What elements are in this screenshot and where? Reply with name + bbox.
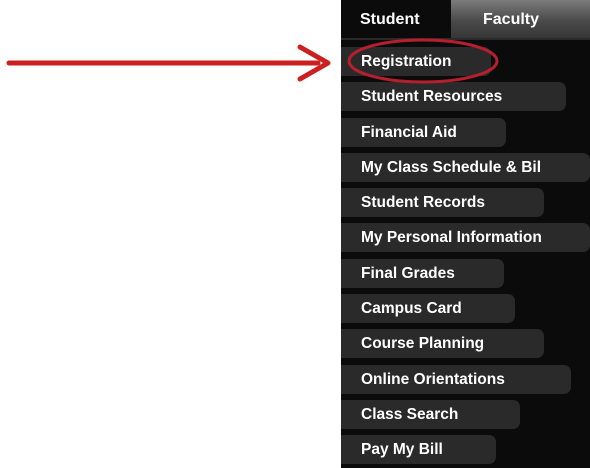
tab-bar: Student Faculty bbox=[341, 0, 590, 38]
student-menu-panel: Student Faculty Registration Student Res… bbox=[341, 0, 590, 468]
menu-item-label: Course Planning bbox=[361, 335, 485, 353]
menu-item-label: Registration bbox=[361, 53, 452, 70]
menu-item-class-search[interactable]: Class Search bbox=[341, 397, 590, 432]
menu-list: Registration Student Resources Financial… bbox=[341, 44, 590, 468]
menu-item-label: Pay My Bill bbox=[361, 441, 443, 459]
menu-item-student-resources[interactable]: Student Resources bbox=[341, 79, 590, 114]
menu-item-label: Campus Card bbox=[361, 300, 462, 318]
menu-item-financial-aid[interactable]: Financial Aid bbox=[341, 115, 590, 150]
menu-item-label: Student Records bbox=[361, 194, 486, 212]
menu-item-label: Class Search bbox=[361, 405, 459, 423]
menu-item-label: My Personal Information bbox=[361, 229, 542, 247]
menu-item-online-orientations[interactable]: Online Orientations bbox=[341, 362, 590, 397]
annotation-arrow bbox=[6, 44, 331, 82]
menu-item-label: Financial Aid bbox=[361, 123, 457, 141]
menu-item-pay-my-bill[interactable]: Pay My Bill bbox=[341, 432, 590, 467]
menu-item-final-grades[interactable]: Final Grades bbox=[341, 256, 590, 291]
menu-item-label: Student Resources bbox=[361, 88, 503, 106]
menu-item-course-planning[interactable]: Course Planning bbox=[341, 326, 590, 361]
tab-divider bbox=[341, 38, 590, 40]
tab-faculty[interactable]: Faculty bbox=[451, 0, 590, 38]
menu-item-student-records[interactable]: Student Records bbox=[341, 185, 590, 220]
menu-item-campus-card[interactable]: Campus Card bbox=[341, 291, 590, 326]
menu-item-label: Online Orientations bbox=[361, 370, 505, 388]
menu-item-personal-information[interactable]: My Personal Information bbox=[341, 220, 590, 255]
menu-item-label: Final Grades bbox=[361, 264, 455, 282]
tab-student[interactable]: Student bbox=[341, 0, 451, 38]
menu-item-class-schedule-bill[interactable]: My Class Schedule & Bil bbox=[341, 150, 590, 185]
menu-item-label: My Class Schedule & Bil bbox=[361, 158, 542, 176]
menu-item-registration[interactable]: Registration bbox=[341, 44, 590, 79]
